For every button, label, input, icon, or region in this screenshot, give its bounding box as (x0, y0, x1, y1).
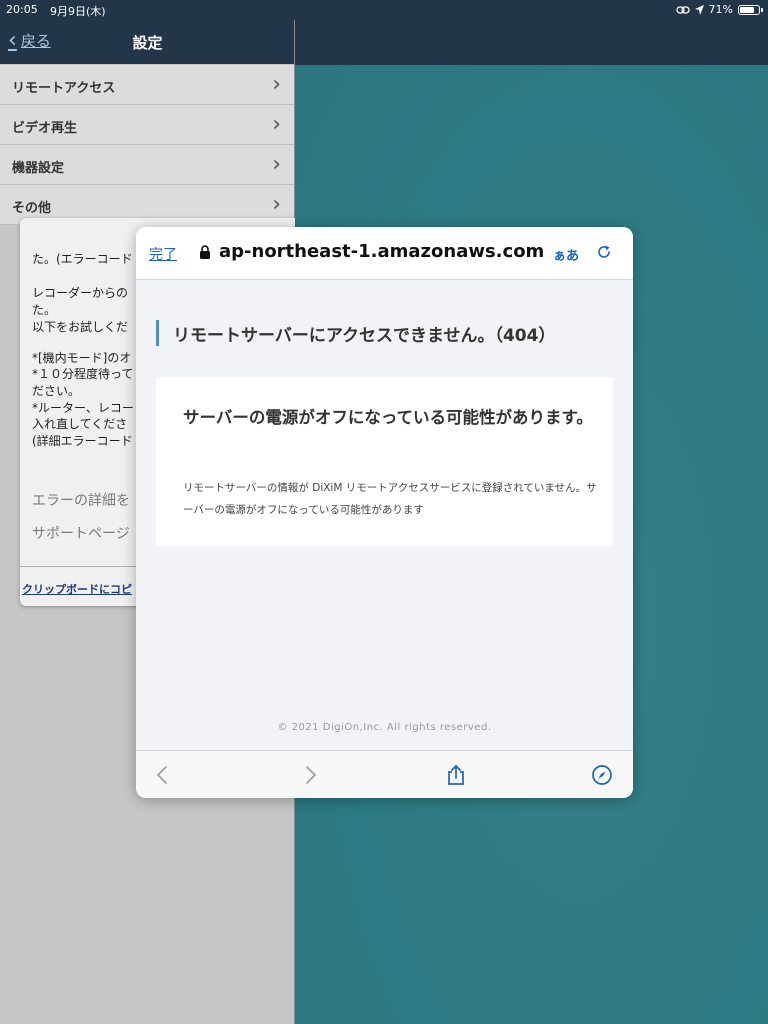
error-text-line: *[機内モード]のオ (32, 351, 132, 365)
copy-to-clipboard-button[interactable]: クリップボードにコピ (22, 581, 132, 597)
browser-bottom-toolbar (136, 750, 633, 798)
secondary-nav-bar (295, 20, 768, 65)
settings-item-device-settings[interactable]: 機器設定 › (0, 145, 295, 185)
copyright-footer: © 2021 DigiOn,Inc. All rights reserved. (277, 722, 492, 733)
battery-percent: 71% (708, 3, 733, 16)
in-app-browser: 完了 ap-northeast-1.amazonaws.com ぁあ リモートサ… (136, 227, 633, 798)
share-icon[interactable] (445, 764, 467, 786)
status-bar: 20:05 9月9日(木) 71% (0, 0, 768, 20)
error-text-line: レコーダーからの (32, 286, 129, 300)
error-text-line: *ルーター、レコー (32, 401, 134, 415)
page-heading-text: リモートサーバーにアクセスできません。（404） (173, 326, 556, 346)
chevron-right-icon: › (272, 112, 281, 137)
settings-item-label: リモートアクセス (12, 81, 116, 96)
error-text-line: 入れ直してくださ (32, 417, 128, 431)
status-date: 9月9日(木) (50, 5, 106, 18)
chevron-right-icon: › (272, 152, 281, 177)
nav-bar: ‹ 戻る 設定 (0, 20, 295, 64)
settings-item-label: 機器設定 (12, 161, 65, 176)
location-icon (694, 4, 704, 15)
status-time: 20:05 (6, 3, 38, 16)
info-card: サーバーの電源がオフになっている可能性があります。 リモートサーバーの情報が D… (156, 377, 613, 546)
safari-compass-icon[interactable] (591, 764, 613, 786)
settings-list: リモートアクセス › ビデオ再生 › 機器設定 › その他 › (0, 65, 295, 225)
chevron-right-icon: › (272, 192, 281, 217)
settings-item-remote-access[interactable]: リモートアクセス › (0, 65, 295, 105)
forward-arrow-icon[interactable] (299, 764, 321, 786)
nav-title: 設定 (132, 34, 163, 52)
link-icon (675, 5, 690, 14)
error-text-line: *１０分程度待って (32, 367, 134, 381)
error-details-button[interactable]: エラーの詳細を (32, 490, 130, 510)
error-text-line: (詳細エラーコード (32, 434, 133, 448)
settings-item-label: ビデオ再生 (12, 121, 78, 136)
error-text-line: た。 (32, 303, 57, 317)
browser-toolbar: 完了 ap-northeast-1.amazonaws.com ぁあ (136, 227, 633, 280)
url-field[interactable]: ap-northeast-1.amazonaws.com (219, 241, 544, 262)
info-card-title: サーバーの電源がオフになっている可能性があります。 (183, 408, 593, 427)
done-button[interactable]: 完了 (149, 244, 177, 264)
settings-item-video-playback[interactable]: ビデオ再生 › (0, 105, 295, 145)
text-size-button[interactable]: ぁあ (553, 245, 579, 264)
error-text-line: ださい。 (32, 384, 81, 398)
settings-item-label: その他 (12, 201, 52, 216)
error-text-line: た。(エラーコード (32, 252, 133, 266)
status-right-group: 71% (675, 3, 763, 16)
reload-icon[interactable] (596, 244, 612, 260)
battery-icon (738, 4, 763, 15)
support-page-button[interactable]: サポートページ (32, 523, 130, 543)
info-card-body: リモートサーバーの情報が DiXiM リモートアクセスサービスに登録されていませ… (183, 482, 597, 516)
lock-icon (200, 245, 210, 259)
page-heading: リモートサーバーにアクセスできません。（404） (156, 320, 619, 346)
back-arrow-icon[interactable] (152, 764, 174, 786)
chevron-right-icon: › (272, 72, 281, 97)
error-text-line: 以下をお試しくだ (32, 320, 129, 334)
